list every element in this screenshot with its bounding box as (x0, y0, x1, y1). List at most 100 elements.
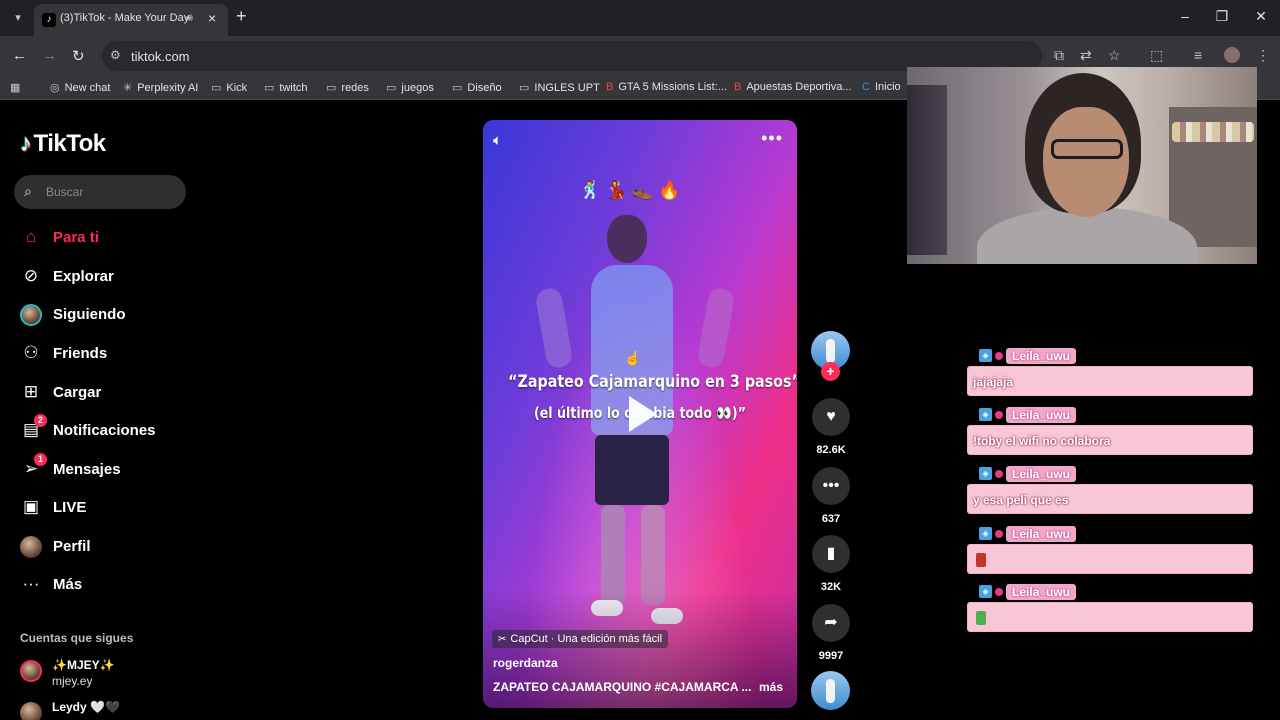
translate-icon[interactable]: ⇄ (1080, 47, 1092, 64)
chat-username: Leila_uwu (1006, 583, 1077, 600)
perplexity-icon: ✳ (123, 82, 133, 94)
nav-cargar[interactable]: ⊞ Cargar (20, 380, 220, 406)
forward-icon[interactable]: → (42, 47, 57, 64)
profile-avatar-icon (20, 536, 42, 558)
more-options-icon[interactable]: ••• (761, 128, 783, 149)
bookmark-juegos[interactable]: ▭ juegos (386, 81, 434, 94)
description-more-button[interactable]: más (759, 680, 783, 694)
site-b-icon: B (606, 81, 614, 93)
more-dots-icon: ··· (22, 574, 40, 593)
nav-mensajes[interactable]: ➢ 1 Mensajes (20, 453, 220, 483)
following-section-title: Cuentas que sigues (20, 631, 134, 645)
bookmark-perplexity[interactable]: ✳ Perplexity AI (123, 81, 198, 94)
video-emoji-overlay: 🕺💃👞🔥 (579, 180, 685, 200)
like-button[interactable]: ♥ 82.6K (811, 398, 851, 456)
tab-title: (3)TikTok - Make Your Day (60, 12, 190, 24)
heart-icon: ♥ (812, 398, 850, 436)
bookmark-icon: ▮ (812, 535, 850, 573)
tab-close-icon[interactable]: × (208, 10, 216, 26)
friends-icon: ⚇ (23, 343, 39, 362)
like-count: 82.6K (816, 444, 846, 456)
tab-search-icon[interactable]: ▾ (8, 8, 28, 28)
upload-icon: ⊞ (23, 382, 39, 401)
comment-icon: ••• (812, 467, 850, 505)
nav-para-ti[interactable]: ⌂ Para ti (20, 225, 220, 251)
browser-tab[interactable]: ♪ (3)TikTok - Make Your Day 🔊︎ × (34, 4, 228, 36)
site-c-icon: C (862, 81, 870, 93)
tiktok-logo[interactable]: ♪TikTok (20, 130, 106, 158)
reload-icon[interactable]: ↻ (72, 47, 85, 65)
profile-avatar-icon[interactable] (1224, 47, 1240, 63)
site-info-icon[interactable]: ⚙ (110, 48, 121, 62)
tiktok-favicon-icon: ♪ (42, 13, 56, 27)
follow-plus-button[interactable]: + (821, 362, 840, 381)
restore-icon[interactable]: ❐ (1212, 8, 1232, 25)
bookmark-diseno[interactable]: ▭ Diseño (452, 81, 502, 94)
capcut-anchor[interactable]: ✂ CapCut · Una edición más fácil (492, 630, 669, 648)
nav-siguiendo[interactable]: Siguiendo (20, 302, 220, 328)
media-controls-icon[interactable]: ≡ (1194, 47, 1202, 63)
subscriber-badge-icon: ◈ (979, 349, 992, 363)
bookmark-inicio[interactable]: C Inicio (862, 81, 901, 93)
chat-username: Leila_uwu (1006, 406, 1077, 423)
volume-icon[interactable]: 🔈︎ (493, 132, 502, 149)
share-button[interactable]: ➦ 9997 (811, 604, 851, 662)
url-text[interactable]: tiktok.com (131, 49, 190, 64)
nav-perfil[interactable]: Perfil (20, 534, 220, 560)
video-author[interactable]: rogerdanza (493, 656, 558, 670)
message-badge: 1 (34, 453, 47, 466)
omnibox[interactable]: ⚙ tiktok.com (102, 41, 1042, 71)
save-count: 32K (820, 581, 842, 593)
compass-icon: ⊘ (23, 266, 39, 285)
bookmark-redes[interactable]: ▭ redes (326, 81, 369, 94)
subscriber-badge-icon: ◈ (979, 527, 992, 541)
bookmark-new-chat[interactable]: ◎ New chat (50, 81, 110, 94)
notification-badge: 2 (34, 414, 47, 427)
chat-text: !toby el wifi no colabora (973, 434, 1111, 448)
nav-live[interactable]: ▣ LIVE (20, 495, 220, 521)
status-dot-icon (995, 351, 1003, 360)
nav-friends[interactable]: ⚇ Friends (20, 341, 220, 367)
search-input[interactable]: ⌕ Buscar (14, 175, 186, 209)
nav-explorar[interactable]: ⊘ Explorar (20, 264, 220, 290)
webcam-overlay (907, 67, 1257, 264)
following-avatar-icon (20, 304, 42, 326)
search-icon: ⌕ (24, 183, 32, 199)
bookmark-apuestas[interactable]: B Apuestas Deportiva... (734, 81, 852, 93)
minimize-icon[interactable]: – (1175, 8, 1195, 24)
share-count: 9997 (818, 650, 844, 662)
bookmark-twitch[interactable]: ▭ twitch (264, 81, 308, 94)
comment-button[interactable]: ••• 637 (811, 467, 851, 525)
following-account[interactable]: Leydy 🤍🖤 (20, 700, 220, 720)
folder-icon: ▭ (264, 82, 275, 94)
site-b-icon: B (734, 81, 742, 93)
bookmark-gta5[interactable]: B GTA 5 Missions List:... (606, 81, 727, 93)
account-handle: mjey.ey (52, 674, 93, 688)
audio-playing-icon[interactable]: 🔊︎ (186, 12, 193, 25)
chrome-menu-icon[interactable]: ⋮ (1256, 47, 1270, 64)
window-close-icon[interactable]: ✕ (1251, 8, 1271, 25)
bookmark-star-icon[interactable]: ☆ (1108, 47, 1121, 64)
openai-icon: ◎ (50, 82, 60, 94)
extensions-icon[interactable]: ⬚ (1150, 47, 1163, 64)
play-icon[interactable] (629, 396, 657, 432)
emote-icon (976, 553, 986, 567)
following-account[interactable]: ✨MJEY✨ mjey.ey (20, 658, 220, 696)
emote-icon (976, 611, 986, 625)
install-app-icon[interactable]: ⧉ (1054, 47, 1064, 64)
apps-grid-icon[interactable]: ▦ (10, 81, 25, 94)
video-player[interactable]: 🔈︎ ••• 🕺💃👞🔥 “Zapateo Cajamarquino en 3 p… (483, 120, 797, 708)
nav-notificaciones[interactable]: ▤ 2 Notificaciones (20, 414, 220, 444)
back-icon[interactable]: ← (12, 47, 27, 64)
new-tab-icon[interactable]: + (236, 6, 247, 27)
music-disc-avatar[interactable] (811, 671, 850, 710)
bookmark-ingles-upt[interactable]: ▭ INGLES UPT (519, 81, 600, 94)
video-description[interactable]: ZAPATEO CAJAMARQUINO #CAJAMARCA ... (493, 680, 751, 694)
account-name: Leydy 🤍🖤 (52, 700, 120, 714)
save-button[interactable]: ▮ 32K (811, 535, 851, 593)
folder-icon: ▭ (452, 82, 463, 94)
search-placeholder: Buscar (46, 185, 84, 199)
nav-mas[interactable]: ··· Más (20, 572, 220, 598)
bookmark-kick[interactable]: ▭ Kick (211, 81, 247, 94)
chat-message: ◈ Leila_uwu (967, 525, 1253, 575)
